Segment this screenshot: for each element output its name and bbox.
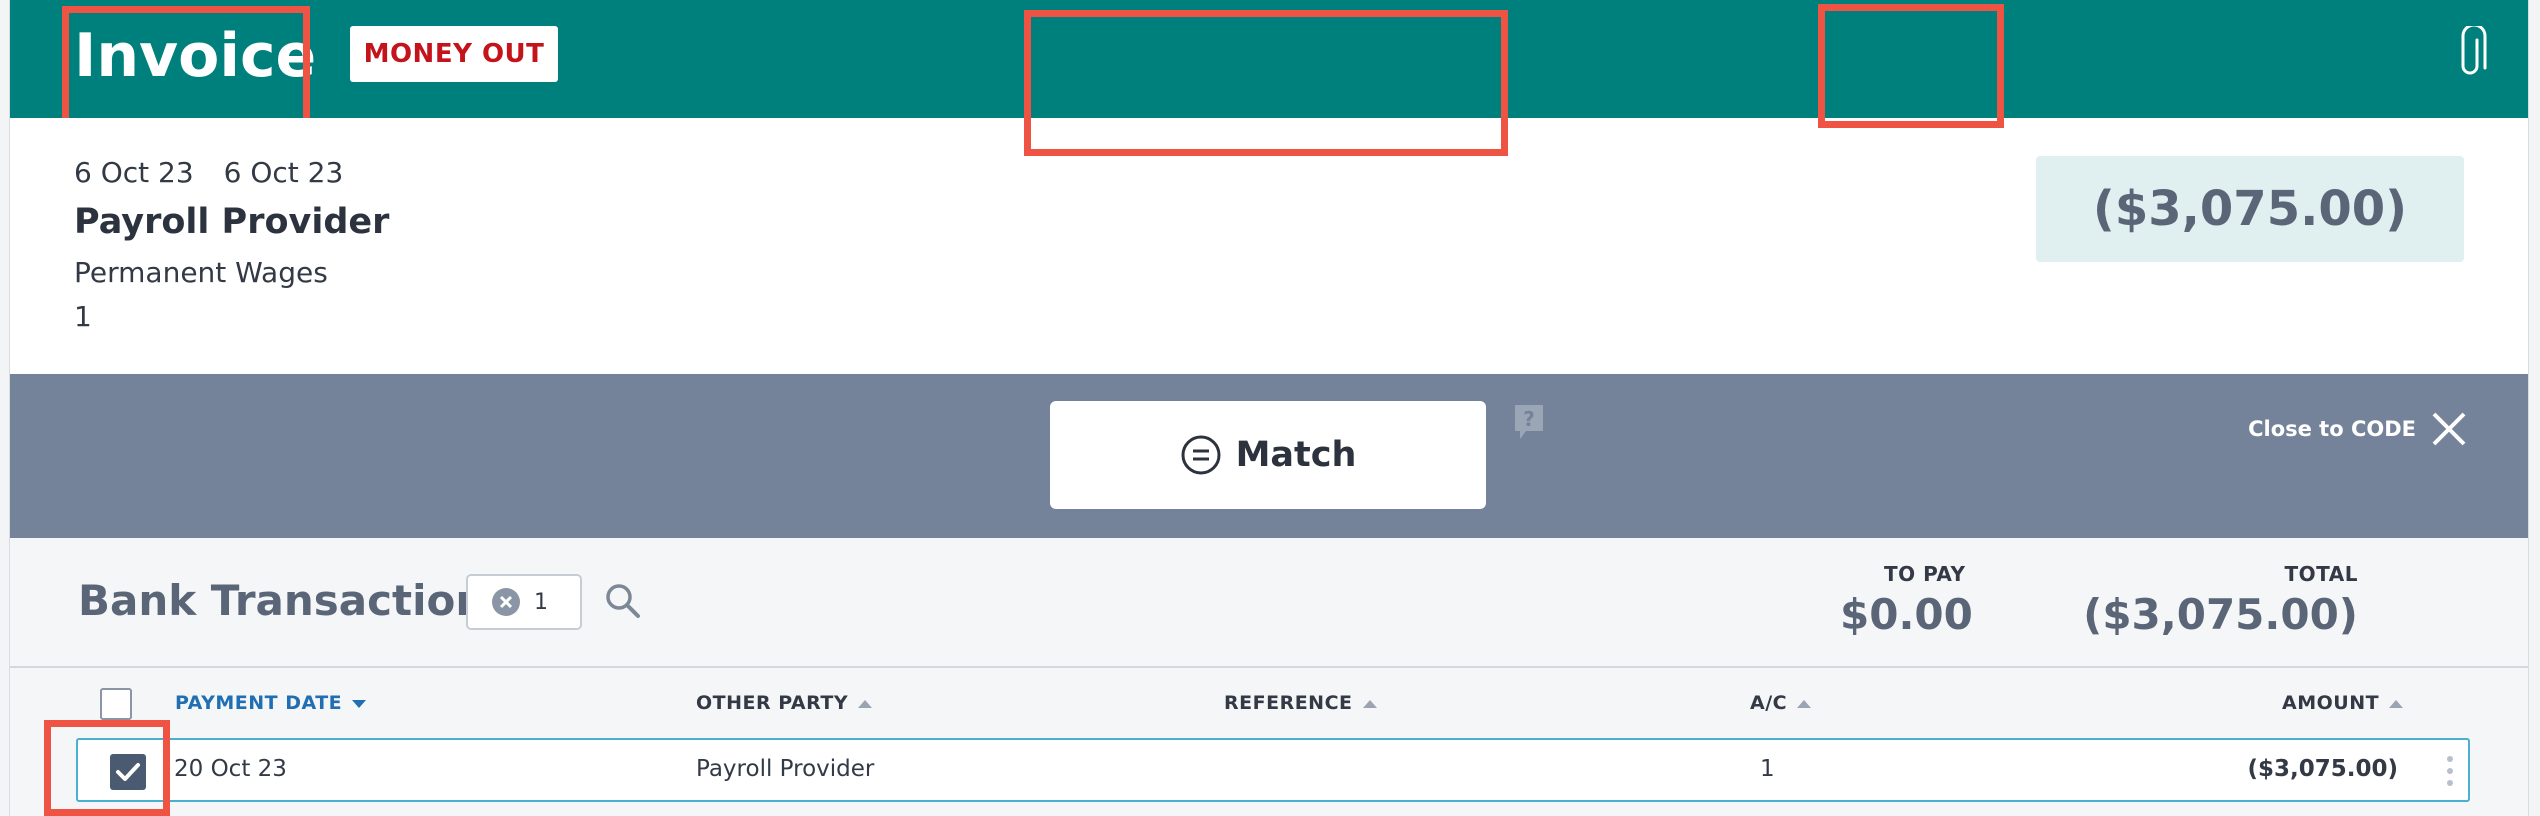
invoice-dates: 6 Oct 23 6 Oct 23 [74,156,343,189]
total-label: TOTAL [2284,562,2358,586]
money-out-badge: MONEY OUT [350,26,558,82]
close-icon [2432,412,2466,446]
invoice-date: 6 Oct 23 [74,156,194,189]
to-pay-label: TO PAY [1884,562,1966,586]
equals-circle-icon [1181,435,1221,475]
cell-other-party: Payroll Provider [696,756,875,782]
cell-amount: ($3,075.00) [2247,756,2398,782]
svg-text:?: ? [1523,407,1535,431]
cell-payment-date: 20 Oct 23 [174,756,287,782]
col-header-payment-date[interactable]: PAYMENT DATE [175,692,367,714]
sort-asc-icon [858,699,873,708]
highlight-box-to-pay [1818,4,2004,128]
filter-chip[interactable]: 1 [466,574,582,630]
invoice-account: Permanent Wages [74,256,328,289]
sort-desc-icon [352,699,367,708]
col-header-payment-date-label: PAYMENT DATE [175,692,343,714]
help-bubble-icon[interactable]: ? [1512,402,1546,442]
bank-transactions-header: Bank Transactions 1 TO PAY $0.00 TOTAL (… [10,538,2528,668]
clear-filter-icon[interactable] [492,588,520,616]
match-button[interactable]: Match [1050,401,1486,509]
paperclip-icon[interactable] [2450,23,2490,82]
cell-ac: 1 [1760,756,1775,782]
col-header-amount[interactable]: AMOUNT [2282,692,2404,714]
invoice-amount: ($3,075.00) [2036,156,2464,262]
col-header-other-party-label: OTHER PARTY [696,692,849,714]
bank-transactions-title: Bank Transactions [78,576,511,625]
invoice-party: Payroll Provider [74,202,390,242]
close-to-code-label: Close to CODE [2248,417,2416,441]
invoice-due-date: 6 Oct 23 [223,156,344,189]
total-value: ($3,075.00) [2083,590,2358,639]
search-icon[interactable] [604,582,642,620]
invoice-details: 6 Oct 23 6 Oct 23 Payroll Provider Perman… [10,118,2528,374]
sort-asc-icon [2389,699,2404,708]
highlight-box-title [62,6,310,130]
row-menu-icon[interactable] [2446,754,2454,788]
sort-asc-icon [1362,699,1377,708]
left-edge [0,0,10,816]
col-header-ac-label: A/C [1750,692,1788,714]
close-to-code-button[interactable]: Close to CODE [2248,410,2468,448]
invoice-reference: 1 [74,300,92,333]
match-bar: Match ? Close to CODE [10,374,2528,538]
col-header-reference-label: REFERENCE [1224,692,1353,714]
filter-count: 1 [534,589,548,615]
highlight-box-checkbox [44,720,170,816]
highlight-box-match [1024,10,1508,156]
col-header-ac[interactable]: A/C [1750,692,1812,714]
col-header-amount-label: AMOUNT [2282,692,2380,714]
col-header-other-party[interactable]: OTHER PARTY [696,692,873,714]
bank-transactions-table: PAYMENT DATE OTHER PARTY REFERENCE A/C A… [10,668,2528,816]
select-all-checkbox[interactable] [100,688,132,720]
col-header-reference[interactable]: REFERENCE [1224,692,1377,714]
match-button-label: Match [1235,435,1357,475]
table-row[interactable]: 20 Oct 23 Payroll Provider 1 ($3,075.00) [76,738,2470,802]
to-pay-value: $0.00 [1840,590,1973,639]
right-scrollbar[interactable] [2528,0,2540,816]
sort-asc-icon [1797,699,1812,708]
